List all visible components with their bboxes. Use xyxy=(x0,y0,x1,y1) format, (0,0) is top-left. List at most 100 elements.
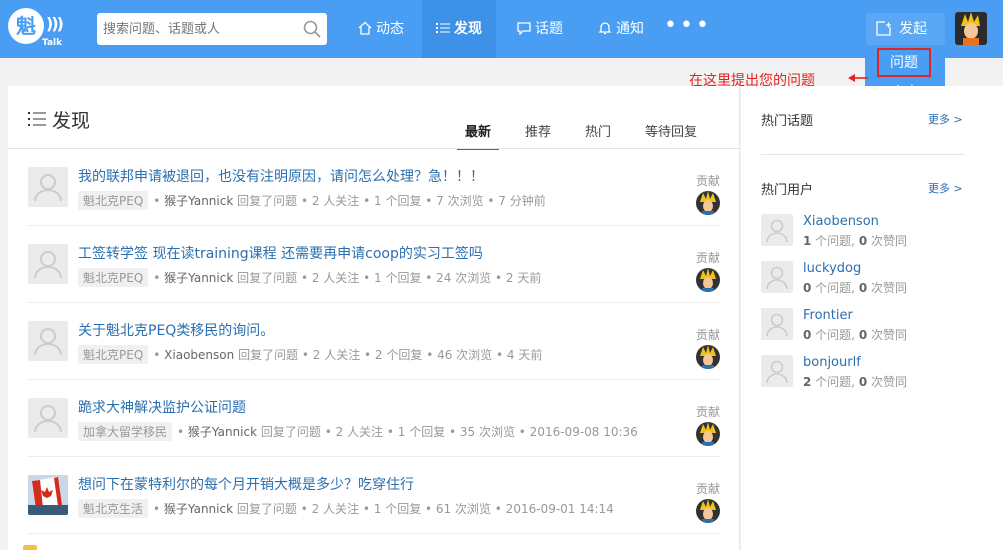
nav-discover[interactable]: 发现 xyxy=(422,0,496,58)
nav-notifications[interactable]: 通知 xyxy=(584,0,658,58)
default-avatar-icon xyxy=(766,219,788,243)
contributor-avatar[interactable] xyxy=(696,422,720,446)
hot-users-more-link[interactable]: 更多 > xyxy=(928,180,963,196)
nav-topics-label: 话题 xyxy=(535,21,563,37)
next-item-thumb xyxy=(23,545,37,550)
hot-topics-more-link[interactable]: 更多 > xyxy=(928,111,963,127)
contributor-label: 贡献 xyxy=(696,405,721,419)
nav-topics[interactable]: 话题 xyxy=(503,0,577,58)
top-navbar: 魁 ))) Talk 动态 发现 话题 通知 ••• 发起 xyxy=(0,0,1003,58)
contributor-label: 贡献 xyxy=(696,251,721,265)
default-avatar-icon xyxy=(34,405,62,433)
hot-user-item: bonjourlf 2 个问题, 0 次赞同 xyxy=(761,355,981,395)
user-stats: 1 个问题, 0 次赞同 xyxy=(803,234,907,248)
search-input[interactable] xyxy=(97,13,287,45)
search-box[interactable] xyxy=(97,13,327,45)
topic-tag[interactable]: 魁北克PEQ xyxy=(78,191,149,210)
contributor-label: 贡献 xyxy=(696,174,721,188)
contributor-avatar[interactable] xyxy=(696,268,720,292)
post-button[interactable]: 发起 xyxy=(866,13,945,45)
annotation-arrow-icon xyxy=(848,74,868,82)
more-menu-icon[interactable]: ••• xyxy=(664,0,712,58)
question-stats: 回复了问题 • 2 人关注 • 1 个回复 • 7 次浏览 • 7 分钟前 xyxy=(237,194,546,208)
author-name[interactable]: 猴子Yannick xyxy=(164,502,233,516)
topic-tag[interactable]: 魁北克PEQ xyxy=(78,268,149,287)
question-stats: 回复了问题 • 2 人关注 • 1 个回复 • 24 次浏览 • 2 天前 xyxy=(237,271,542,285)
question-item: 跪求大神解决监护公证问题 加拿大留学移民 • 猴子Yannick 回复了问题 • … xyxy=(8,380,740,457)
author-name[interactable]: 猴子Yannick xyxy=(164,271,233,285)
compose-icon xyxy=(876,21,891,36)
question-item: 关于魁北克PEQ类移民的询问。 魁北克PEQ • Xiaobenson 回复了问题… xyxy=(8,303,740,380)
user-name[interactable]: Xiaobenson xyxy=(803,214,879,229)
contributor-label: 贡献 xyxy=(696,482,721,496)
dropdown-item-question[interactable]: 问题 xyxy=(877,48,931,77)
list-icon xyxy=(28,112,46,126)
question-title[interactable]: 关于魁北克PEQ类移民的询问。 xyxy=(78,320,274,340)
topic-tag[interactable]: 魁北克PEQ xyxy=(78,345,149,364)
logo-waves-icon: ))) xyxy=(46,14,64,33)
site-logo[interactable]: 魁 ))) Talk xyxy=(8,8,68,48)
tab-unanswered[interactable]: 等待回复 xyxy=(645,121,697,148)
question-item: 想问下在蒙特利尔的每个月开销大概是多少？吃穿住行 魁北克生活 • 猴子Yannic… xyxy=(8,457,740,534)
logo-mark: 魁 xyxy=(8,8,44,44)
author-name[interactable]: Xiaobenson xyxy=(164,348,234,362)
default-avatar-icon xyxy=(766,360,788,384)
tab-latest[interactable]: 最新 xyxy=(457,121,500,150)
contributor-avatar[interactable] xyxy=(696,345,720,369)
question-stats: 回复了问题 • 2 人关注 • 1 个回复 • 61 次浏览 • 2016-09… xyxy=(236,502,614,516)
tab-hot[interactable]: 热门 xyxy=(585,121,611,148)
user-name[interactable]: Frontier xyxy=(803,308,853,323)
contributor-avatar[interactable] xyxy=(696,499,720,523)
author-name[interactable]: 猴子Yannick xyxy=(188,425,257,439)
topic-tag[interactable]: 魁北克生活 xyxy=(78,499,149,518)
default-avatar-icon xyxy=(34,251,62,279)
page-title: 发现 xyxy=(28,106,90,133)
bell-icon xyxy=(598,22,612,35)
post-button-label: 发起 xyxy=(899,21,927,37)
author-avatar[interactable] xyxy=(28,321,68,361)
topic-tag[interactable]: 加拿大留学移民 xyxy=(78,422,173,441)
contributor-label: 贡献 xyxy=(696,328,721,342)
author-avatar[interactable] xyxy=(28,167,68,207)
question-meta: 加拿大留学移民 • 猴子Yannick 回复了问题 • 2 人关注 • 1 个回复… xyxy=(78,422,638,441)
user-avatar[interactable] xyxy=(761,308,793,340)
contributor-avatar[interactable] xyxy=(696,191,720,215)
question-title[interactable]: 跪求大神解决监护公证问题 xyxy=(78,397,246,417)
user-stats: 2 个问题, 0 次赞同 xyxy=(803,375,907,389)
default-avatar-icon xyxy=(34,328,62,356)
default-avatar-icon xyxy=(34,174,62,202)
question-stats: 回复了问题 • 2 人关注 • 1 个回复 • 35 次浏览 • 2016-09… xyxy=(260,425,638,439)
discover-panel: 发现 最新 推荐 热门 等待回复 我的联邦申请被退回，也没有注明原因，请问怎么处… xyxy=(8,86,740,550)
author-avatar[interactable] xyxy=(28,398,68,438)
nav-dynamics[interactable]: 动态 xyxy=(344,0,418,58)
question-item: 工签转学签 现在读training课程 还需要再申请coop的实习工签吗 魁北克… xyxy=(8,226,740,303)
tab-recommended[interactable]: 推荐 xyxy=(525,121,551,148)
logo-subtext: Talk xyxy=(42,38,63,48)
question-item: 我的联邦申请被退回，也没有注明原因，请问怎么处理？急！！！ 魁北克PEQ • 猴子… xyxy=(8,149,740,226)
user-stats: 0 个问题, 0 次赞同 xyxy=(803,328,907,342)
hot-user-item: luckydog 0 个问题, 0 次赞同 xyxy=(761,261,981,301)
author-avatar[interactable] xyxy=(28,475,68,515)
question-title[interactable]: 工签转学签 现在读training课程 还需要再申请coop的实习工签吗 xyxy=(78,243,483,263)
question-meta: 魁北克PEQ • 猴子Yannick 回复了问题 • 2 人关注 • 1 个回复 … xyxy=(78,191,546,210)
hot-topics-heading: 热门话题 xyxy=(761,114,814,129)
nav-discover-label: 发现 xyxy=(454,21,482,37)
question-stats: 回复了问题 • 2 人关注 • 2 个回复 • 46 次浏览 • 4 天前 xyxy=(238,348,543,362)
user-avatar[interactable] xyxy=(955,12,987,45)
author-name[interactable]: 猴子Yannick xyxy=(164,194,233,208)
search-icon[interactable] xyxy=(303,20,321,38)
chat-icon xyxy=(517,22,531,35)
user-name[interactable]: luckydog xyxy=(803,261,861,276)
user-avatar[interactable] xyxy=(761,214,793,246)
sidebar-divider xyxy=(761,154,965,155)
author-avatar[interactable] xyxy=(28,244,68,284)
user-avatar[interactable] xyxy=(761,261,793,293)
question-title[interactable]: 想问下在蒙特利尔的每个月开销大概是多少？吃穿住行 xyxy=(78,474,414,494)
user-name[interactable]: bonjourlf xyxy=(803,355,861,370)
row-divider xyxy=(28,533,720,534)
avatar-image xyxy=(955,12,987,45)
question-title[interactable]: 我的联邦申请被退回，也没有注明原因，请问怎么处理？急！！！ xyxy=(78,166,484,186)
user-stats: 0 个问题, 0 次赞同 xyxy=(803,281,907,295)
default-avatar-icon xyxy=(766,266,788,290)
user-avatar[interactable] xyxy=(761,355,793,387)
